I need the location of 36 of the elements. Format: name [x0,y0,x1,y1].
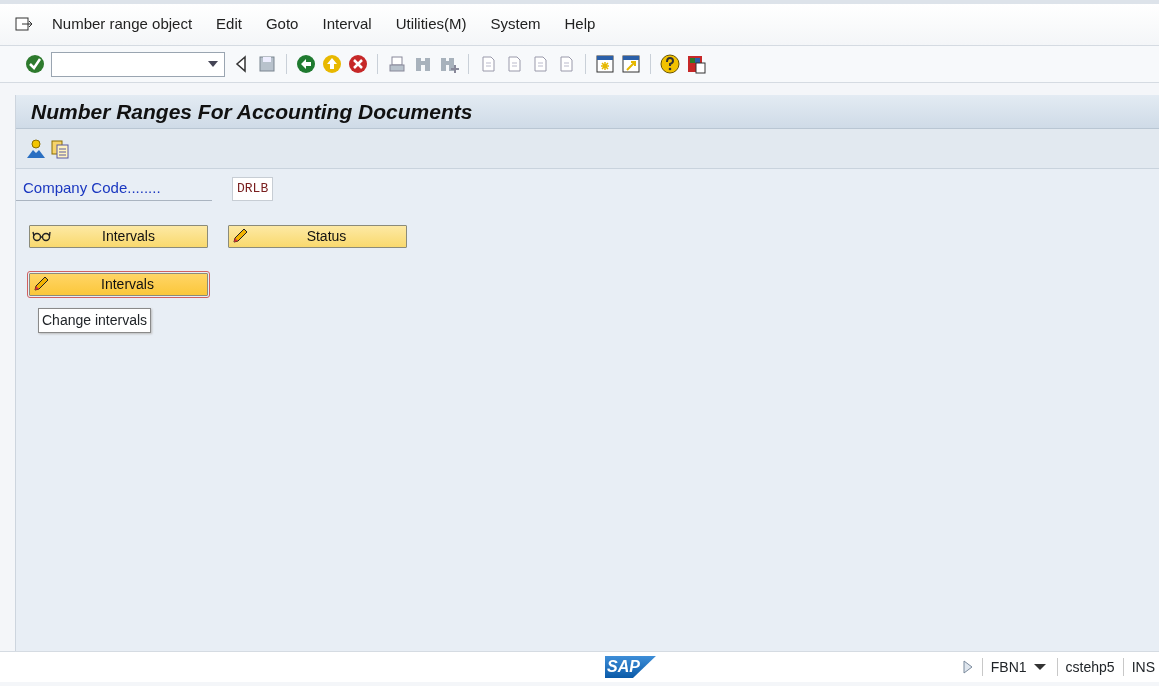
copy-icon[interactable] [50,138,70,159]
input-mode: INS [1131,657,1155,677]
server-name: cstehp5 [1065,657,1115,677]
transaction-code: FBN1 [990,657,1027,677]
layout-icon[interactable] [686,54,706,74]
command-field[interactable] [51,51,225,77]
person-icon[interactable] [26,138,46,159]
menu-icon[interactable] [14,15,34,34]
triangle-icon[interactable] [961,659,974,675]
menu-item[interactable]: Interval [310,13,384,36]
change-button[interactable]: Intervals [29,272,208,296]
field-label: Company Code........ [16,177,212,201]
print-icon[interactable] [387,54,407,74]
checkmark-icon[interactable] [25,54,45,74]
menu-item[interactable]: System [478,13,553,36]
cancel-icon[interactable] [348,54,368,74]
menu-item[interactable]: Number range object [40,13,205,36]
menu-item[interactable]: Utilities(M) [383,13,479,36]
pencil-icon [32,275,50,293]
sap-logo: SAP [605,656,656,678]
tooltip: Change intervals [38,307,152,333]
change-button[interactable]: Status [228,224,407,248]
new-window-icon[interactable] [595,54,615,74]
shortcut-icon[interactable] [621,54,641,74]
pencil-icon [231,227,249,245]
save-icon[interactable] [257,54,277,74]
glasses-icon [32,229,52,243]
display-button[interactable]: Intervals [29,224,208,248]
company-code-field[interactable]: DRLB [232,177,274,201]
help-icon[interactable] [660,54,680,74]
menu-item[interactable]: Goto [253,13,311,36]
menu-item[interactable]: Help [552,13,608,36]
screen-title: Number Ranges For Accounting Documents [31,98,473,125]
menu-item[interactable]: Edit [204,13,254,36]
back-icon[interactable] [296,54,316,74]
dropdown-icon[interactable] [208,61,218,67]
